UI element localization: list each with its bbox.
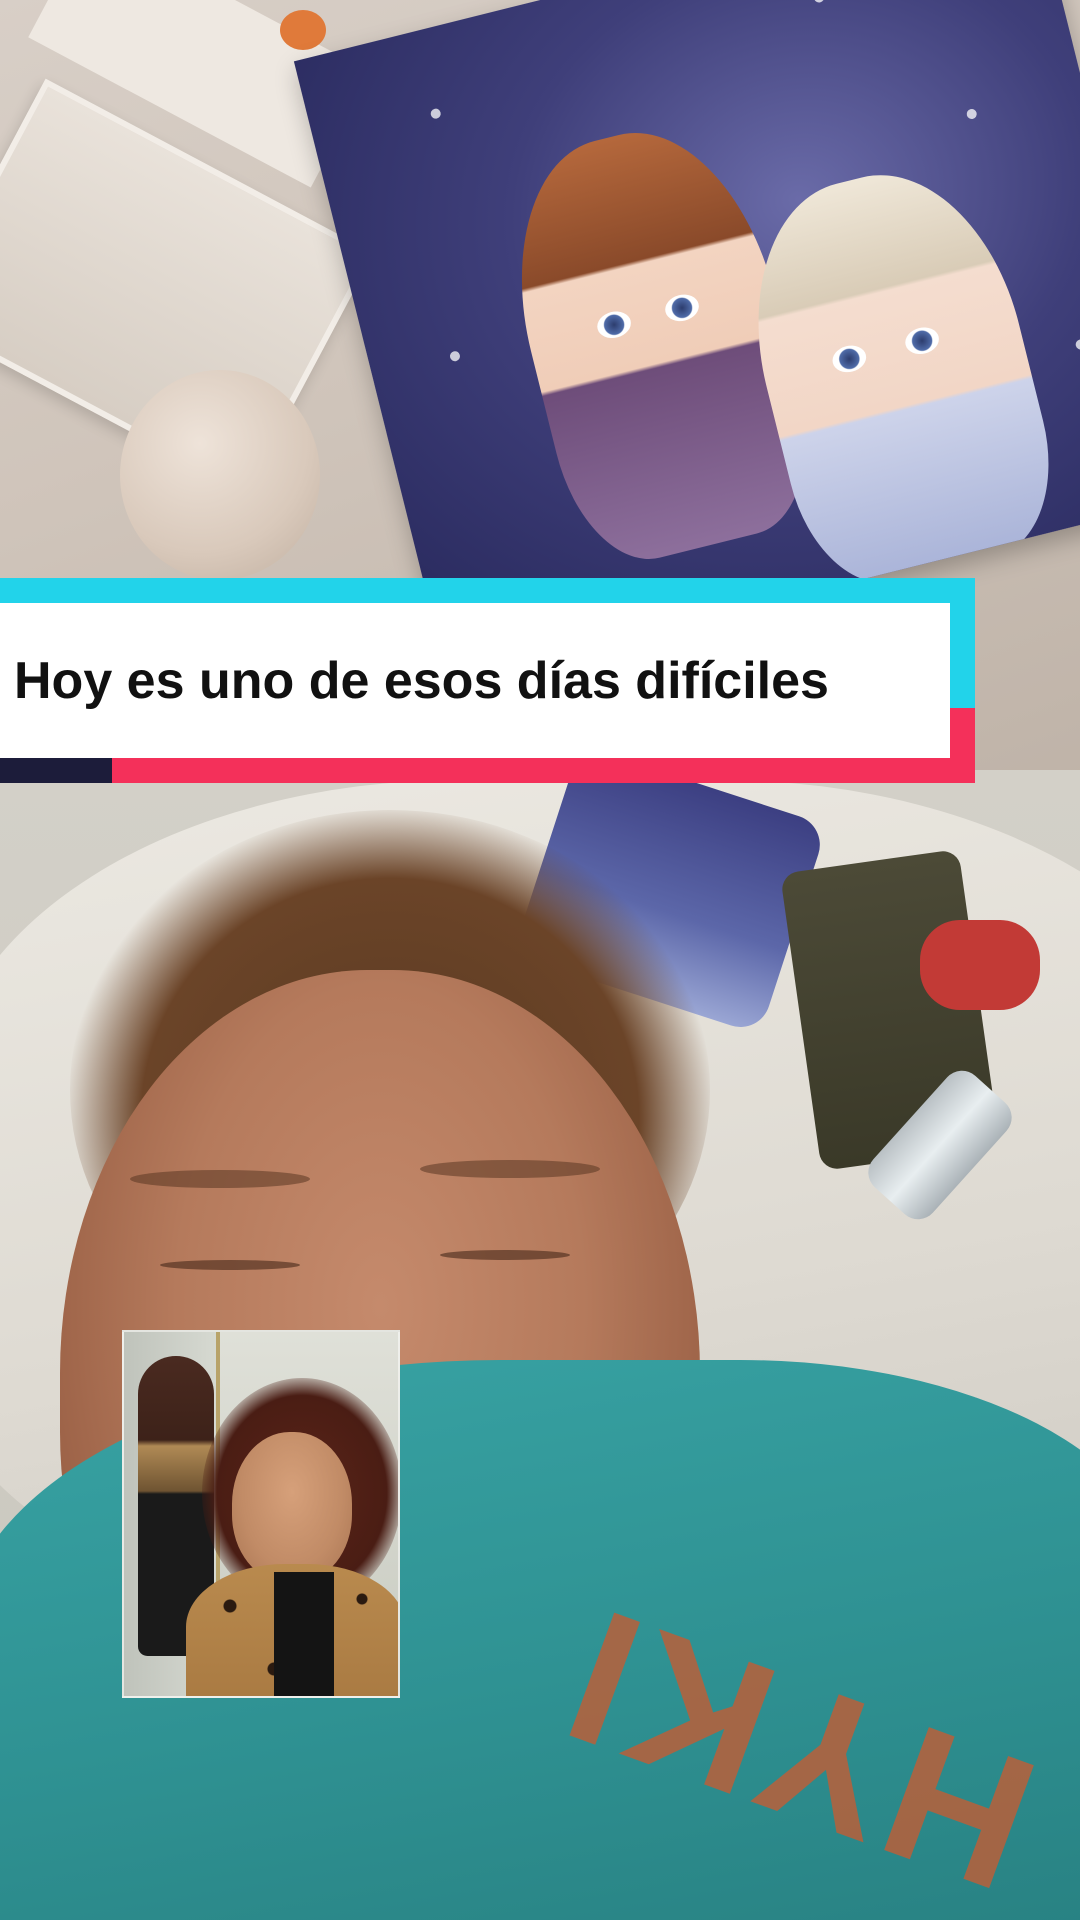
closed-eye bbox=[160, 1260, 300, 1270]
snowflake bbox=[965, 107, 978, 121]
caption-accent-navy bbox=[0, 758, 112, 783]
toy bbox=[280, 10, 326, 50]
snowflake bbox=[429, 107, 442, 120]
pip-face bbox=[232, 1432, 352, 1582]
snowflake bbox=[448, 350, 462, 363]
poster-character-elsa bbox=[723, 149, 1073, 601]
eyebrow bbox=[420, 1160, 600, 1178]
eye bbox=[662, 291, 702, 325]
closed-eye bbox=[440, 1250, 570, 1260]
video-frame[interactable]: HYKI Hoy es uno de esos días difíciles bbox=[0, 0, 1080, 1920]
red-cloth bbox=[920, 920, 1040, 1010]
eye bbox=[902, 324, 942, 358]
lamp-shade bbox=[120, 370, 320, 580]
picture-in-picture-video[interactable] bbox=[122, 1330, 400, 1698]
caption-banner: Hoy es uno de esos días difíciles bbox=[0, 578, 975, 783]
eye bbox=[594, 308, 634, 342]
caption-text: Hoy es uno de esos días difíciles bbox=[14, 651, 829, 710]
snowflake bbox=[1074, 338, 1080, 351]
pip-collar bbox=[274, 1572, 334, 1696]
caption-box: Hoy es uno de esos días difíciles bbox=[0, 603, 950, 758]
eyebrow bbox=[130, 1170, 310, 1188]
eye bbox=[829, 342, 869, 376]
snowflake bbox=[812, 0, 826, 4]
